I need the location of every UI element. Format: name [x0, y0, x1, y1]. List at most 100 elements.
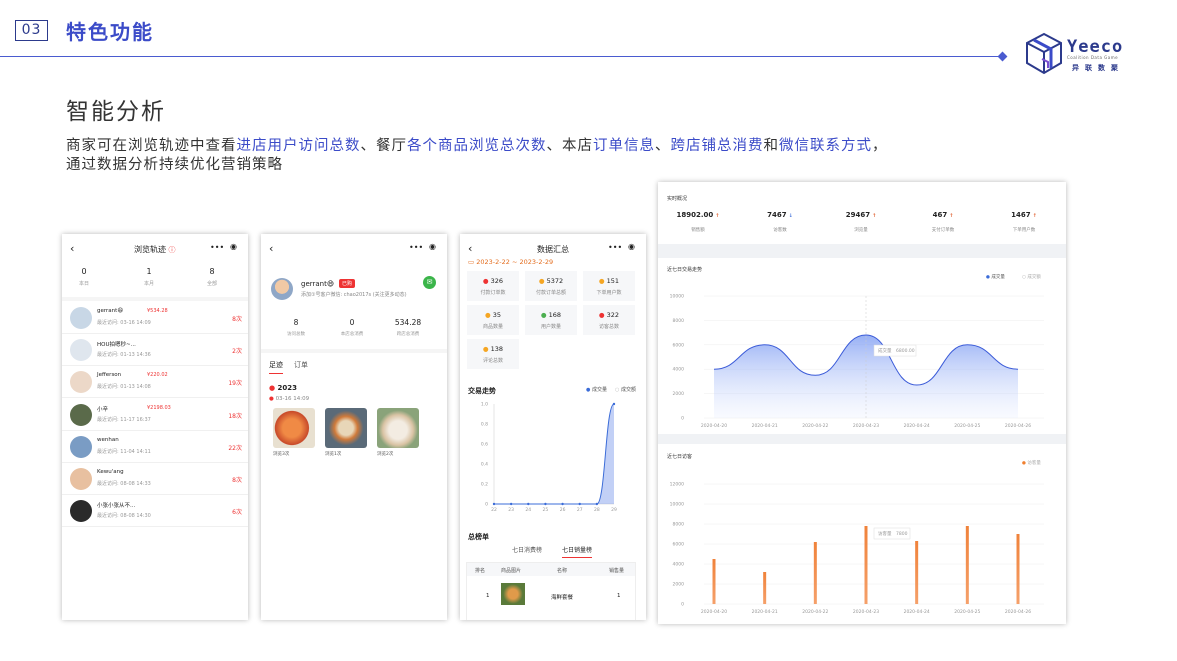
y-tick-label: 6000	[673, 542, 685, 548]
list-item[interactable]: 小辛 ¥2198.03 最近访问: 11-17 16:37 18次	[62, 399, 248, 431]
metric-value: ● 35	[484, 311, 502, 319]
stat-value: 0	[349, 318, 355, 327]
more-icon[interactable]: •••	[409, 243, 423, 252]
screen-title: 浏览轨迹 ⓘ	[134, 245, 176, 254]
wechat-info: 添加①号客户微信: chao2017s (关注更多动态)	[301, 292, 407, 298]
back-icon[interactable]: ‹	[70, 242, 74, 255]
target-icon[interactable]: ◉	[230, 242, 237, 251]
x-tick-label: 2020-04-22	[802, 423, 828, 429]
metric-cell[interactable]: ● 35 商品数量	[467, 305, 519, 335]
kpi-value: 7467 ↓	[767, 211, 793, 219]
kpi-label: 下单用户数	[1012, 228, 1036, 233]
stat-label: 本日	[78, 281, 89, 287]
y-tick-label: 10000	[670, 294, 684, 300]
dot-icon: ●	[484, 311, 493, 319]
dot-icon: ●	[598, 311, 607, 319]
last-visit: 最近访问: 08-08 14:33	[97, 481, 151, 487]
stat-label: 本月	[143, 281, 154, 287]
metric-label: 用户数量	[540, 324, 561, 330]
y-tick-label: 0	[485, 502, 488, 508]
last-visit: 最近访问: 03-16 14:09	[97, 320, 151, 326]
list-item[interactable]: 小张小张从不... 最近访问: 08-08 14:30 6次	[62, 495, 248, 528]
kpi-value: 467 ↑	[932, 211, 954, 219]
target-icon[interactable]: ◉	[628, 242, 635, 251]
metric-cell[interactable]: ● 326 付款订单数	[467, 271, 519, 301]
target-icon[interactable]: ◉	[429, 242, 436, 251]
x-tick-label: 26	[560, 507, 566, 513]
section-number: 03	[15, 20, 48, 41]
user-name: 小辛	[97, 406, 109, 413]
y-tick-label: 0.4	[481, 462, 488, 468]
x-tick-label: 2020-04-26	[1005, 423, 1031, 429]
food-image[interactable]	[273, 408, 315, 448]
kpi-label: 浏览量	[854, 228, 868, 233]
visit-count: 8次	[232, 316, 242, 323]
metric-cell[interactable]: ● 322 访客总数	[583, 305, 635, 335]
calendar-icon: ▭	[468, 258, 475, 266]
user-name: gerrant😄	[97, 308, 124, 314]
wechat-icon[interactable]: ✉	[423, 276, 436, 289]
tab-orders[interactable]: 订单	[294, 360, 308, 370]
more-icon[interactable]: •••	[608, 243, 622, 252]
screen-browse-history: ‹ 浏览轨迹 ⓘ ••• ◉ gerrant😄 ¥534.28 最近访问: 03-1…	[62, 234, 248, 620]
chart-title: 近七日交易走势	[667, 267, 703, 273]
year-label: ● 2023	[269, 384, 298, 392]
series-line	[493, 403, 615, 505]
y-tick-label: 2000	[673, 582, 685, 588]
list-item[interactable]: wenhan 最近访问: 11-04 14:11 22次	[62, 431, 248, 463]
visitor-card: 近七日访客 ● 访客量 0 2000 4000 6000 8000 10000 12000 2…	[658, 444, 1066, 624]
screen-data-summary: ‹ 数据汇总 ••• ◉ ▭ 2023-2-22 ~ 2023-2-29 交易走…	[460, 234, 646, 620]
metric-cell[interactable]: ● 151 下单用户数	[583, 271, 635, 301]
legend-volume[interactable]: ● 成交量	[586, 386, 607, 393]
list-item[interactable]: gerrant😄 ¥534.28 最近访问: 03-16 14:09 8次	[62, 302, 248, 334]
y-tick-label: 8000	[673, 318, 685, 324]
last-visit: 最近访问: 01-13 14:08	[97, 384, 151, 391]
food-image[interactable]	[377, 408, 419, 448]
logo-chinese: 异联数聚	[1072, 64, 1124, 72]
date-range[interactable]: ▭ 2023-2-22 ~ 2023-2-29	[468, 258, 553, 266]
chart-title: 近七日访客	[667, 454, 693, 460]
bar	[864, 526, 868, 604]
more-icon[interactable]: •••	[210, 243, 224, 252]
logo-cube-icon	[1026, 32, 1062, 75]
metric-value: ● 5372	[538, 277, 564, 285]
back-icon[interactable]: ‹	[468, 242, 472, 255]
tooltip-value: 6800.00	[896, 348, 915, 354]
list-item[interactable]: Kewu'ang 最近访问: 08-08 14:33 8次	[62, 463, 248, 495]
arrow-up-icon: ↑	[1032, 213, 1037, 219]
logo-wordmark: Yeeco	[1067, 37, 1124, 57]
visit-count: 22次	[228, 444, 242, 452]
stat-label: 跨店总消费	[396, 332, 420, 337]
x-tick-label: 2020-04-23	[853, 423, 879, 429]
food-image[interactable]	[325, 408, 367, 448]
metric-cell[interactable]: ● 5372 付款订单总额	[525, 271, 577, 301]
tab-7day-spend[interactable]: 七日消费榜	[512, 545, 542, 554]
metric-cell[interactable]: ● 168 用户数量	[525, 305, 577, 335]
rank-header: 销售量	[609, 568, 625, 574]
list-item[interactable]: HOU拍嗯秒~... 最近访问: 01-13 14:36 2次	[62, 334, 248, 367]
rank-table: 排名 商品图片 名称 销售量 1 海鲜套餐 1	[466, 562, 636, 620]
dot-icon: ●	[540, 311, 549, 319]
trade-trend-chart: 0 0.2 0.4 0.6 0.8 1.0 22 23 24 25 26 27 28 29	[481, 402, 617, 514]
back-icon[interactable]: ‹	[269, 242, 273, 255]
overview-title: 实时概况	[667, 196, 688, 202]
series-area	[494, 404, 614, 504]
list-item[interactable]: Jefferson ¥220.02 最近访问: 01-13 14:08 19次	[62, 366, 248, 399]
header-divider	[0, 56, 1000, 57]
avatar	[70, 371, 92, 394]
seven-day-trade-chart: 0 2000 4000 6000 8000 10000 2020-04-20 2020-04-…	[670, 294, 1044, 429]
rank-header: 商品图片	[501, 568, 522, 574]
tab-footprint[interactable]: 足迹	[269, 360, 283, 374]
x-tick-label: 24	[525, 507, 531, 513]
legend-amount[interactable]: ○ 成交额	[615, 386, 636, 393]
bar	[813, 542, 817, 604]
bar	[1016, 534, 1020, 604]
avatar	[70, 339, 92, 362]
tab-7day-sales[interactable]: 七日销量榜	[562, 545, 593, 558]
x-tick-label: 22	[491, 507, 497, 513]
x-tick-label: 2020-04-22	[802, 609, 828, 615]
product-image	[501, 583, 525, 605]
tooltip-label: 成交量	[878, 347, 892, 354]
metric-cell[interactable]: ● 138 评论总数	[467, 339, 519, 369]
bar	[965, 526, 969, 604]
